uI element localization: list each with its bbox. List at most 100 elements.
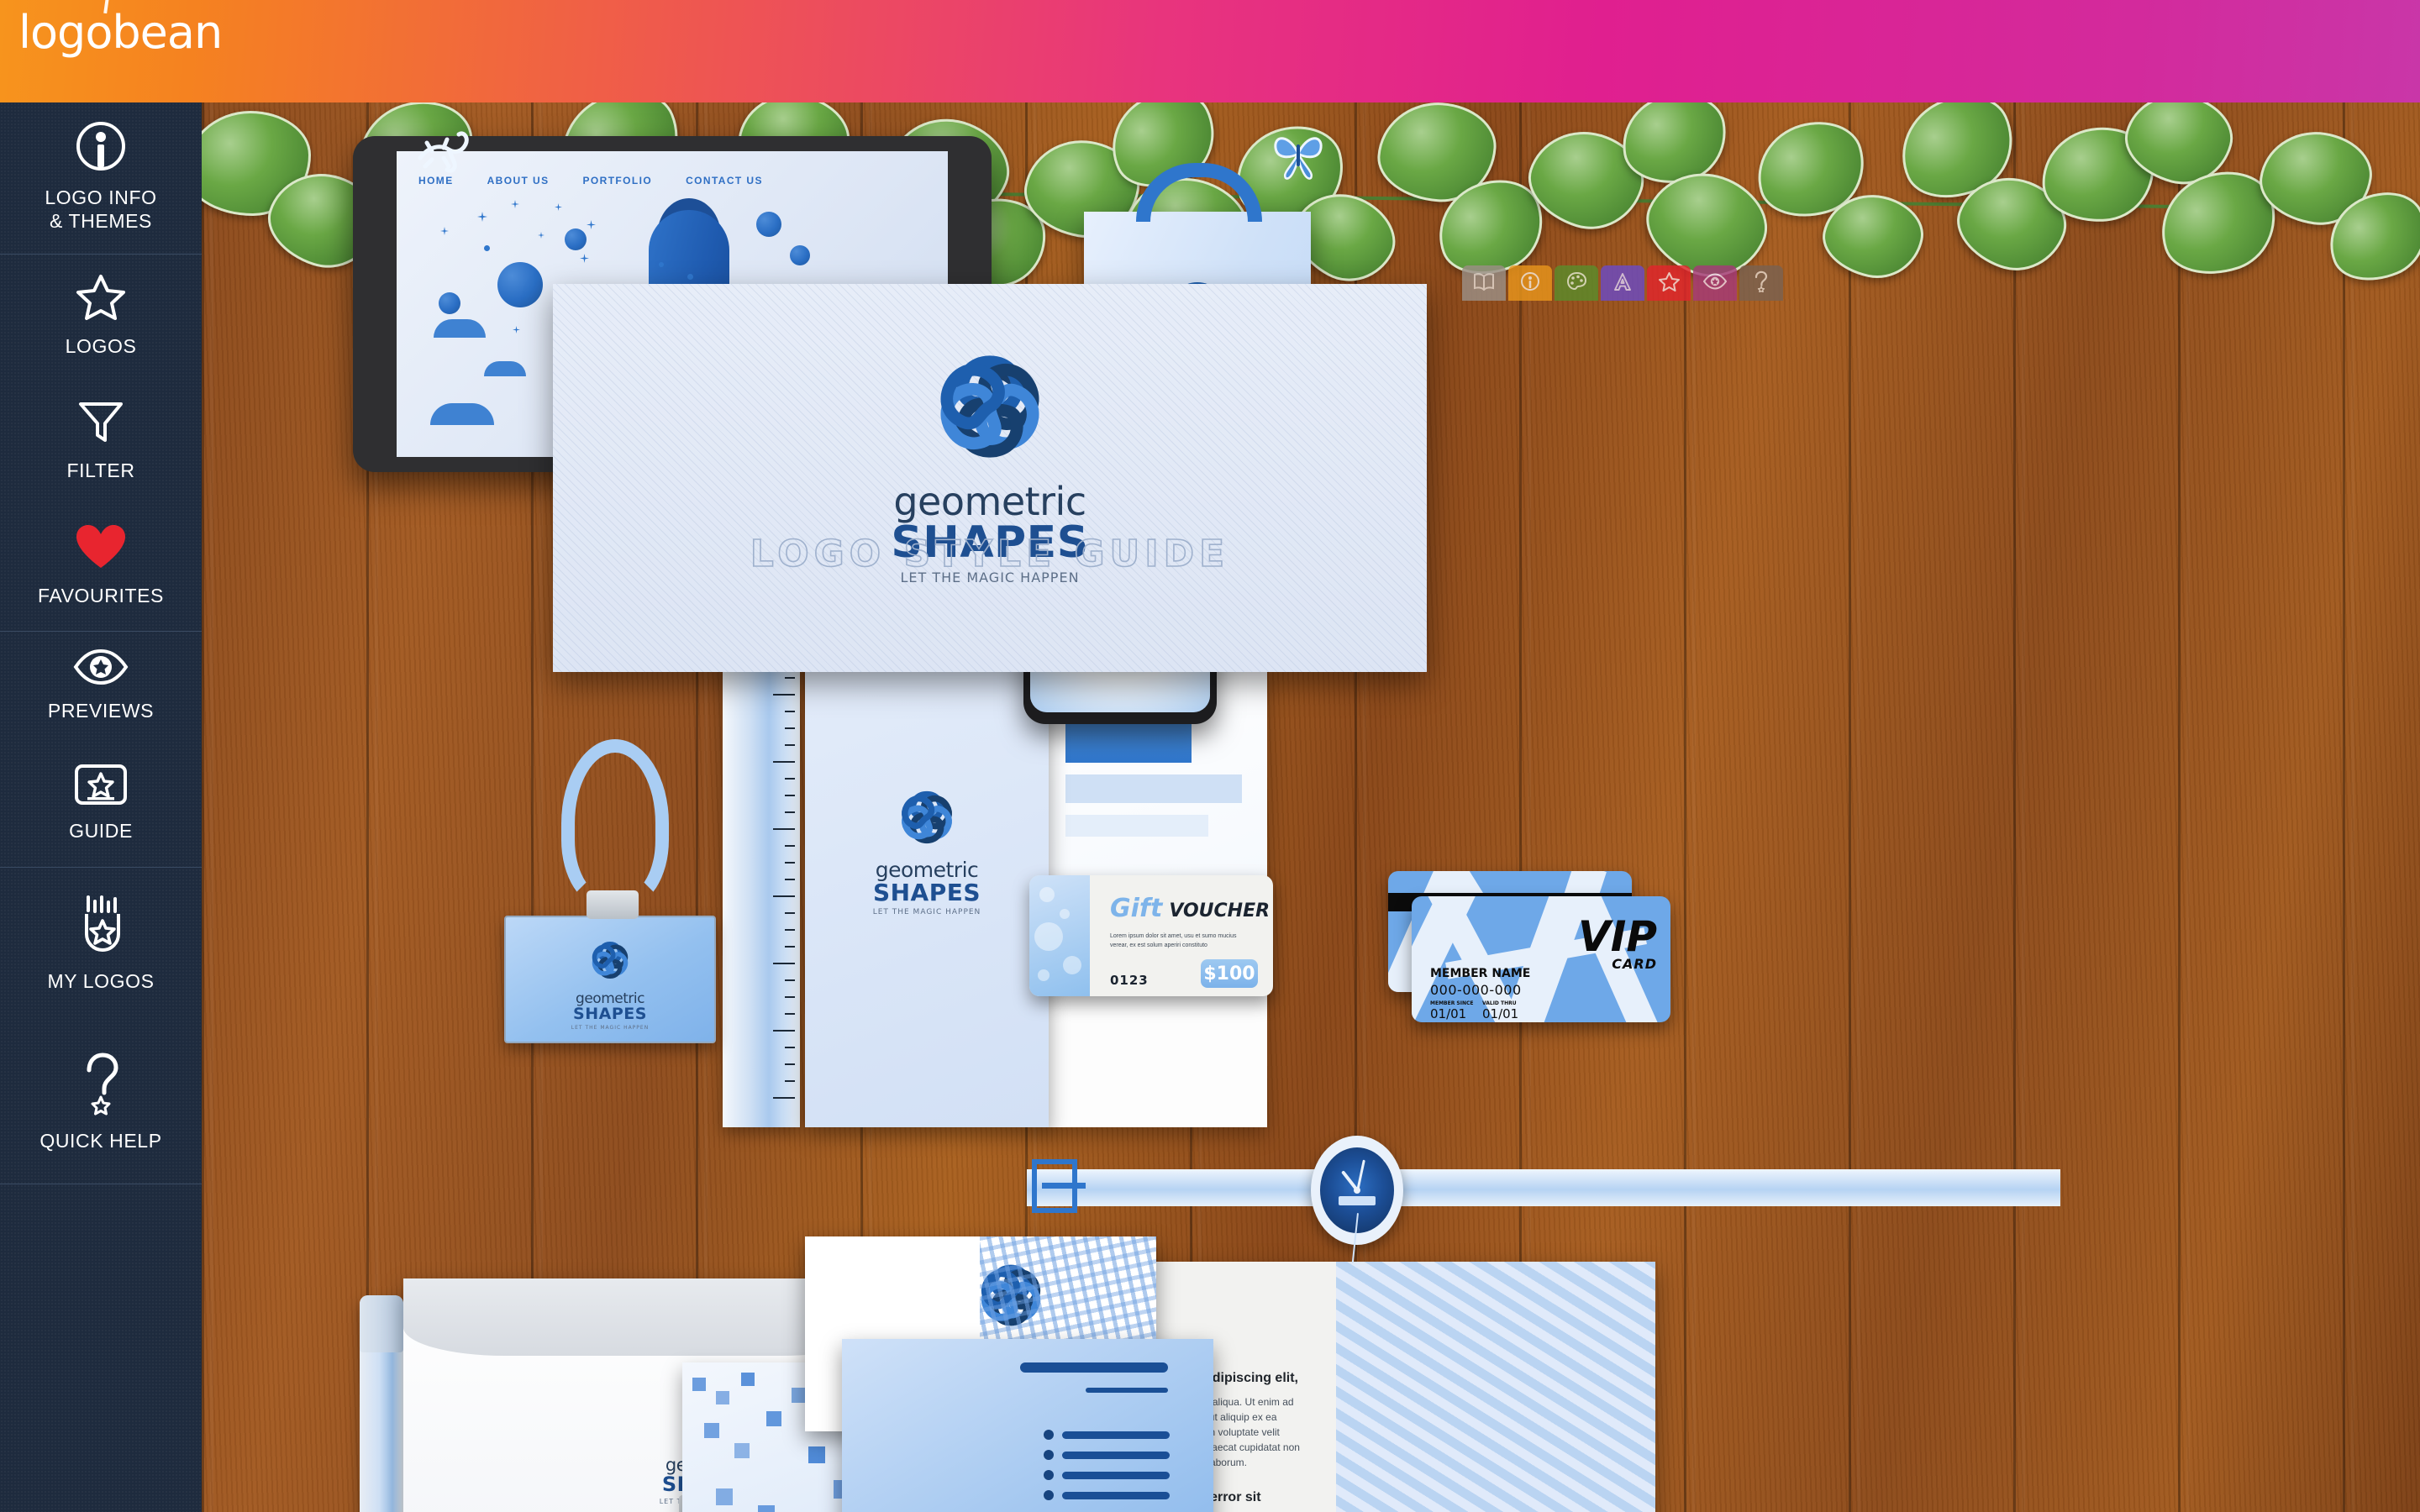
sidebar-item-quick-help[interactable]: QUICK HELP xyxy=(0,1024,202,1184)
star-outline-icon xyxy=(76,272,126,325)
brand-name-bottom: SHAPES xyxy=(573,1004,647,1023)
sidebar-item-label: QUICK HELP xyxy=(39,1129,162,1152)
voucher-bubble-art xyxy=(1029,875,1090,996)
toolbar-eye-button[interactable] xyxy=(1693,265,1737,301)
question-star-icon xyxy=(1752,270,1770,297)
vip-valid-thru-value: 01/01 xyxy=(1482,1006,1519,1021)
list-bullet xyxy=(1044,1450,1054,1460)
lanyard-strap xyxy=(561,739,669,907)
geometric-flower-knot-icon xyxy=(892,783,961,856)
watch-face xyxy=(1320,1147,1394,1263)
sidebar-group-3: PREVIEWS GUIDE xyxy=(0,632,202,868)
eye-star-icon xyxy=(1702,272,1728,294)
eye-star-icon xyxy=(73,648,129,690)
tablet-nav-contact-us[interactable]: CONTACT US xyxy=(686,175,763,186)
brand-logo-badge: geometric SHAPES LET THE MAGIC HAPPEN xyxy=(506,936,714,1031)
toolbar-palette-button[interactable] xyxy=(1555,265,1598,301)
brand-name-bottom: SHAPES xyxy=(872,878,981,906)
brand-tagline: LET THE MAGIC HAPPEN xyxy=(872,907,981,916)
list-bullet xyxy=(1044,1430,1054,1440)
logo-style-guide-sheet[interactable]: geometric SHAPES LET THE MAGIC HAPPEN LO… xyxy=(553,284,1427,672)
list-bullet xyxy=(1044,1490,1054,1500)
voucher-body-text: Lorem ipsum dolor sit amet, usu et sumo … xyxy=(1110,933,1237,948)
list-item-bar xyxy=(1062,1492,1170,1499)
toolbar-font-button[interactable] xyxy=(1601,265,1644,301)
app-brand-name: logobean xyxy=(18,6,223,59)
voucher-title-voucher: VOUCHER xyxy=(1169,900,1270,921)
funnel-icon xyxy=(76,396,125,449)
sidebar-item-logo-info-themes[interactable]: LOGO INFO & THEMES xyxy=(0,102,202,254)
brand-name-top: geometric xyxy=(875,858,979,882)
tablet-nav-portfolio[interactable]: PORTFOLIO xyxy=(582,175,652,186)
watch-center-pin xyxy=(1354,1187,1360,1194)
vip-member-number: 000-000-000 xyxy=(1430,982,1522,998)
sidebar-group-2: LOGOS FILTER FAVOURITES xyxy=(0,255,202,632)
sidebar-item-label: MY LOGOS xyxy=(47,969,155,992)
letter-a-icon xyxy=(1612,271,1633,296)
vip-member-name-label: MEMBER NAME xyxy=(1430,967,1531,980)
sidebar-item-label: FAVOURITES xyxy=(38,584,164,606)
toolbar-book-button[interactable] xyxy=(1462,265,1506,301)
sidebar-group-1: LOGO INFO & THEMES xyxy=(0,102,202,255)
toolbar-help-button[interactable] xyxy=(1739,265,1783,301)
voucher-amount-badge: $100 xyxy=(1201,959,1258,988)
usb-drive-mockup xyxy=(360,1295,403,1512)
watch-strap-mockup xyxy=(1027,1169,2060,1206)
info-circle-icon xyxy=(1520,271,1540,296)
tablet-nav-about-us[interactable]: ABOUT US xyxy=(487,175,550,186)
sidebar-item-label: LOGOS xyxy=(65,334,137,357)
voucher-amount: $100 xyxy=(1203,963,1255,984)
mockup-toolbar xyxy=(1462,265,1783,301)
text-placeholder-bar xyxy=(1020,1362,1168,1373)
business-card-back-mockup[interactable] xyxy=(842,1339,1213,1512)
toolbar-info-button[interactable] xyxy=(1508,265,1552,301)
sidebar-item-label: PREVIEWS xyxy=(47,699,155,722)
open-book-icon xyxy=(1473,272,1495,295)
watch-buckle-pin xyxy=(1042,1183,1086,1189)
lanyard-clip xyxy=(587,890,639,919)
list-item-bar xyxy=(1062,1472,1170,1479)
style-guide-title: LOGO STYLE GUIDE xyxy=(750,532,1230,576)
vip-card-title-group: VIP CARD xyxy=(1578,912,1657,972)
list-item-bar xyxy=(1062,1431,1170,1439)
id-badge-mockup[interactable]: geometric SHAPES LET THE MAGIC HAPPEN xyxy=(504,916,716,1043)
sidebar-item-previews[interactable]: PREVIEWS xyxy=(0,632,202,743)
voucher-title: Gift VOUCHER xyxy=(1110,894,1270,923)
geometric-flower-knot-icon xyxy=(586,936,634,989)
app-header: logobean xyxy=(0,0,2420,102)
gecko-sticker-icon xyxy=(412,121,479,184)
hand-star-icon xyxy=(75,895,127,960)
sidebar-item-my-logos[interactable]: MY LOGOS xyxy=(0,868,202,1024)
ruler-mockup xyxy=(723,613,800,1127)
voucher-number: 0123 xyxy=(1110,973,1149,988)
ruler-ticks xyxy=(770,627,795,1114)
sidebar-item-guide[interactable]: GUIDE xyxy=(0,743,202,867)
list-bullet xyxy=(1044,1470,1054,1480)
voucher-title-gift: Gift xyxy=(1110,894,1163,923)
card-star-icon xyxy=(74,764,128,810)
info-circle-icon xyxy=(75,120,127,176)
app-logo[interactable]: logobean xyxy=(18,0,223,59)
main-sidebar: LOGO INFO & THEMES LOGOS FILTER FAVOURITE… xyxy=(0,102,202,1512)
brand-tagline: LET THE MAGIC HAPPEN xyxy=(571,1024,650,1031)
notepad-mockup[interactable]: geometric SHAPES LET THE MAGIC HAPPEN xyxy=(805,630,1049,1127)
butterfly-sticker-icon xyxy=(1269,126,1328,186)
gift-voucher-mockup[interactable]: Gift VOUCHER Lorem ipsum dolor sit amet,… xyxy=(1029,875,1273,996)
sidebar-item-label: LOGO INFO & THEMES xyxy=(45,186,157,232)
sidebar-item-logos[interactable]: LOGOS xyxy=(0,255,202,379)
watch-mockup[interactable] xyxy=(1311,1136,1403,1263)
toolbar-star-button[interactable] xyxy=(1647,265,1691,301)
sidebar-item-label: FILTER xyxy=(66,459,135,481)
sidebar-item-label: GUIDE xyxy=(69,819,133,842)
geometric-flower-knot-icon xyxy=(923,339,1057,478)
heart-filled-icon xyxy=(75,523,127,575)
text-placeholder-bar xyxy=(1086,1388,1168,1393)
mockup-preview-canvas: HOME ABOUT US PORTFOLIO CONTACT US geome… xyxy=(202,102,2420,1512)
vip-valid-thru-label: VALID THRU xyxy=(1482,1000,1517,1006)
question-star-icon xyxy=(74,1052,128,1120)
vip-card-title: VIP xyxy=(1578,912,1657,961)
watch-hand-second xyxy=(1351,1212,1359,1263)
sidebar-item-favourites[interactable]: FAVOURITES xyxy=(0,503,202,631)
vip-card-mockup[interactable]: VIP CARD MEMBER NAME 000-000-000 MEMBER … xyxy=(1412,896,1670,1022)
sidebar-item-filter[interactable]: FILTER xyxy=(0,379,202,503)
